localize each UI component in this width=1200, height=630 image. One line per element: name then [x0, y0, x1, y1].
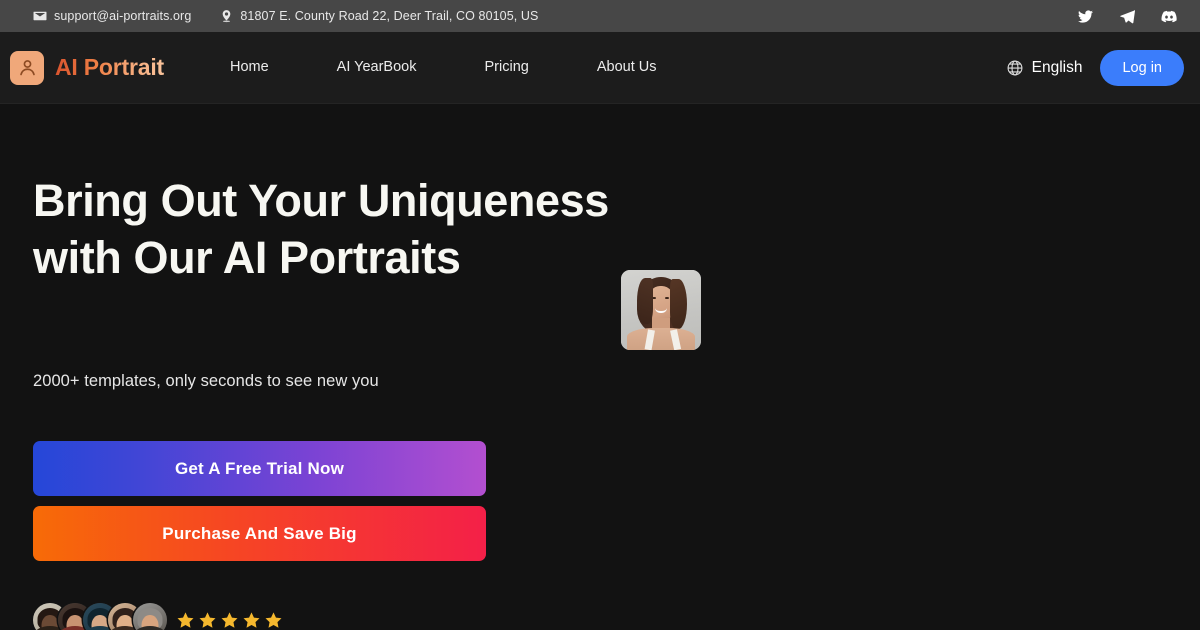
user-avatar-stack — [33, 603, 167, 630]
envelope-icon — [33, 9, 47, 23]
discord-icon[interactable] — [1160, 7, 1178, 25]
top-utility-bar: support@ai-portraits.org 81807 E. County… — [0, 0, 1200, 32]
nav-item-pricing[interactable]: Pricing — [451, 52, 563, 83]
location-pin-icon — [219, 9, 233, 23]
star-icon — [176, 611, 195, 630]
cta-button-group: Get A Free Trial Now Purchase And Save B… — [33, 441, 486, 561]
portrait-hair-front-left — [637, 278, 653, 324]
brand-logo[interactable]: AI Portrait — [10, 50, 164, 85]
topbar-contact-group: support@ai-portraits.org 81807 E. County… — [33, 9, 539, 23]
brand-name-text: AI Portrait — [55, 54, 164, 80]
language-label: English — [1031, 58, 1083, 76]
nav-item-home[interactable]: Home — [205, 52, 303, 83]
contact-email-text: support@ai-portraits.org — [54, 8, 192, 23]
contact-email[interactable]: support@ai-portraits.org — [33, 9, 191, 23]
contact-address-text: 81807 E. County Road 22, Deer Trail, CO … — [240, 8, 539, 23]
nav-item-ai-yearbook[interactable]: AI YearBook — [303, 52, 451, 83]
purchase-button[interactable]: Purchase And Save Big — [33, 506, 486, 561]
user-avatar-icon — [10, 50, 44, 85]
login-button[interactable]: Log in — [1100, 49, 1184, 86]
nav-right-group: English Log in — [1006, 49, 1184, 86]
nav-links: Home AI YearBook Pricing About Us — [205, 52, 691, 83]
star-icon — [264, 611, 283, 630]
hero-section: Bring Out Your Uniqueness with Our AI Po… — [0, 104, 1200, 630]
hero-portrait-image[interactable] — [621, 270, 701, 350]
portrait-hair-front-right — [670, 279, 687, 329]
nav-item-about-us[interactable]: About Us — [563, 52, 691, 83]
free-trial-button[interactable]: Get A Free Trial Now — [33, 441, 486, 496]
star-icon — [198, 611, 217, 630]
avatar — [133, 603, 167, 630]
globe-icon — [1006, 59, 1024, 77]
hero-subtitle: 2000+ templates, only seconds to see new… — [33, 372, 379, 390]
twitter-icon[interactable] — [1076, 7, 1094, 25]
page-title: Bring Out Your Uniqueness with Our AI Po… — [33, 175, 609, 283]
telegram-icon[interactable] — [1118, 7, 1136, 25]
star-icon — [242, 611, 261, 630]
language-selector[interactable]: English — [1006, 58, 1083, 77]
contact-address[interactable]: 81807 E. County Road 22, Deer Trail, CO … — [219, 9, 538, 23]
star-icon — [220, 611, 239, 630]
main-navigation-bar: AI Portrait Home AI YearBook Pricing Abo… — [0, 32, 1200, 104]
social-links — [1076, 7, 1178, 25]
landing-page: support@ai-portraits.org 81807 E. County… — [0, 0, 1200, 630]
portrait-shoulders — [627, 328, 695, 350]
social-proof — [33, 603, 283, 630]
rating-stars — [176, 611, 283, 630]
